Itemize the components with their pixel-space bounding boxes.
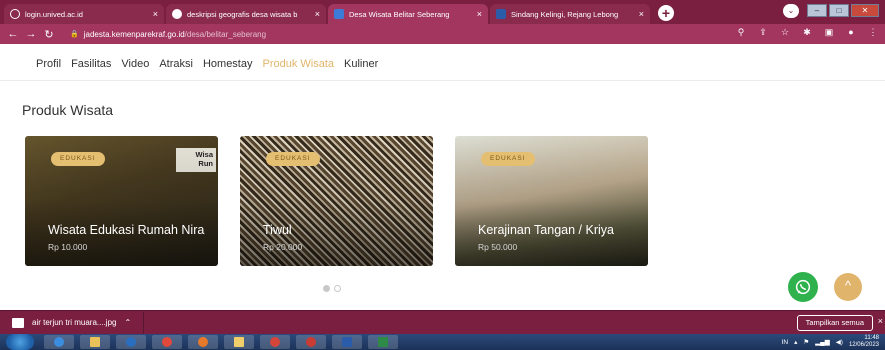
clock-date: 12/06/2023 — [848, 342, 879, 348]
browser-tab-login[interactable]: login.unived.ac.id × — [4, 4, 164, 24]
card-price: Rp 20.000 — [263, 242, 303, 252]
tab-close-icon[interactable]: × — [315, 9, 320, 19]
chrome-icon[interactable] — [296, 335, 326, 349]
url-field[interactable]: 🔒 jadesta.kemenparekraf.go.id/desa/belit… — [70, 30, 266, 39]
tab-close-icon[interactable]: × — [639, 9, 644, 19]
carousel-dot-1[interactable] — [323, 285, 330, 292]
chevron-down-icon[interactable]: ⌄ — [783, 4, 799, 18]
tray-arrow-icon[interactable]: ▴ — [794, 338, 797, 346]
back-to-top-button[interactable]: ^ — [834, 273, 862, 301]
folder-icon[interactable] — [80, 335, 110, 349]
windows-start-icon[interactable] — [6, 334, 34, 350]
card-price: Rp 50.000 — [478, 242, 518, 252]
nav-atraksi[interactable]: Atraksi — [159, 58, 193, 70]
maximize-icon[interactable]: □ — [829, 4, 849, 17]
nav-homestay[interactable]: Homestay — [203, 58, 253, 70]
card-price: Rp 10.000 — [48, 242, 88, 252]
card-title[interactable]: Wisata Edukasi Rumah Nira — [48, 223, 208, 238]
network-icon[interactable]: ▂▄▆ — [815, 338, 830, 346]
product-card-kerajinan[interactable]: EDUKASI Kerajinan Tangan / Kriya Rp 50.0… — [455, 136, 648, 266]
window-controls: ⌄ – □ ✕ — [783, 4, 879, 18]
section-title: Produk Wisata — [22, 102, 114, 118]
system-tray: IN ▴ ⚑ ▂▄▆ ◀) 11:48 12/06/2023 — [782, 335, 879, 349]
star-icon[interactable]: ☆ — [779, 27, 791, 38]
url-path: /desa/belitar_seberang — [184, 29, 267, 39]
category-badge: EDUKASI — [481, 152, 535, 166]
product-card-rumah-nira[interactable]: WisaRun EDUKASI Wisata Edukasi Rumah Nir… — [25, 136, 218, 266]
browser-tab-desa-wisata[interactable]: Desa Wisata Belitar Seberang × — [328, 4, 488, 24]
firefox-icon[interactable] — [188, 335, 218, 349]
chrome-icon[interactable] — [152, 335, 182, 349]
tab-title: Sindang Kelingi, Rejang Lebong — [511, 9, 619, 19]
profile-icon[interactable]: ● — [845, 27, 857, 38]
show-all-downloads-button[interactable]: Tampilkan semua — [796, 315, 873, 331]
download-file-name: air terjun tri muara....jpg — [32, 318, 117, 327]
extensions-icon[interactable]: ✱ — [801, 27, 813, 38]
carousel-dots — [323, 285, 341, 292]
excel-icon[interactable] — [368, 335, 398, 349]
download-bar-close-icon[interactable]: × — [878, 316, 883, 326]
nav-video[interactable]: Video — [121, 58, 149, 70]
nav-fasilitas[interactable]: Fasilitas — [71, 58, 111, 70]
browser-toolbar-icons: ⚲ ⇪ ☆ ✱ ▣ ● ⋮ — [735, 27, 879, 38]
chrome-icon[interactable] — [260, 335, 290, 349]
volume-icon[interactable]: ◀) — [836, 338, 843, 346]
image-file-icon — [12, 317, 24, 328]
site-logo-icon — [334, 9, 344, 19]
share-icon[interactable]: ⇪ — [757, 27, 769, 38]
card-title[interactable]: Kerajinan Tangan / Kriya — [478, 223, 638, 238]
word-doc-icon[interactable] — [332, 335, 362, 349]
flag-icon[interactable]: ⚑ — [803, 338, 809, 346]
carousel-dot-2[interactable] — [334, 285, 341, 292]
browser-tab-sindang[interactable]: Sindang Kelingi, Rejang Lebong × — [490, 4, 650, 24]
whatsapp-icon — [795, 279, 811, 295]
clock-time: 11:48 — [864, 335, 879, 341]
lock-icon: 🔒 — [70, 31, 79, 38]
forward-arrow-icon[interactable]: → — [24, 28, 38, 40]
whatsapp-button[interactable] — [788, 272, 818, 302]
back-arrow-icon[interactable]: ← — [6, 28, 20, 40]
url-host: jadesta.kemenparekraf.go.id — [83, 29, 185, 39]
tab-title: deskripsi geografis desa wisata b — [187, 9, 298, 19]
browser-tab-deskripsi[interactable]: deskripsi geografis desa wisata b × — [166, 4, 326, 24]
download-divider — [143, 311, 145, 334]
tab-title: Desa Wisata Belitar Seberang — [349, 9, 450, 19]
sidepanel-icon[interactable]: ▣ — [823, 27, 835, 38]
chrome-search-icon — [172, 9, 182, 19]
category-badge: EDUKASI — [51, 152, 105, 166]
card-title[interactable]: Tiwul — [263, 223, 423, 238]
tab-title: login.unived.ac.id — [25, 9, 83, 19]
category-badge: EDUKASI — [266, 152, 320, 166]
nav-produk-wisata[interactable]: Produk Wisata — [263, 58, 335, 70]
folder-icon[interactable] — [224, 335, 254, 349]
tab-close-icon[interactable]: × — [153, 9, 158, 19]
globe-icon — [10, 9, 20, 19]
chevron-up-icon[interactable]: ⌃ — [124, 318, 131, 327]
section-nav: Profil Fasilitas Video Atraksi Homestay … — [36, 58, 378, 70]
word-doc-icon — [496, 9, 506, 19]
download-item[interactable]: air terjun tri muara....jpg ⌃ — [12, 317, 131, 328]
media-player-icon[interactable] — [116, 335, 146, 349]
menu-icon[interactable]: ⋮ — [867, 27, 879, 38]
clock[interactable]: 11:48 12/06/2023 — [849, 335, 879, 349]
window-close-icon[interactable]: ✕ — [851, 4, 879, 17]
browser-tab-strip: login.unived.ac.id × deskripsi geografis… — [0, 0, 885, 24]
nav-divider — [0, 80, 885, 81]
os-taskbar: IN ▴ ⚑ ▂▄▆ ◀) 11:48 12/06/2023 — [0, 334, 885, 350]
web-page: Profil Fasilitas Video Atraksi Homestay … — [0, 44, 885, 310]
zoom-icon[interactable]: ⚲ — [735, 27, 747, 38]
tab-close-icon[interactable]: × — [477, 9, 482, 19]
reload-icon[interactable]: ↻ — [42, 28, 56, 41]
minimize-icon[interactable]: – — [807, 4, 827, 17]
nav-kuliner[interactable]: Kuliner — [344, 58, 378, 70]
nav-profil[interactable]: Profil — [36, 58, 61, 70]
language-indicator[interactable]: IN — [782, 339, 789, 346]
download-bar: air terjun tri muara....jpg ⌃ Tampilkan … — [0, 310, 885, 334]
product-card-tiwul[interactable]: EDUKASI Tiwul Rp 20.000 — [240, 136, 433, 266]
ie-icon[interactable] — [44, 335, 74, 349]
new-tab-button[interactable]: + — [658, 5, 674, 21]
